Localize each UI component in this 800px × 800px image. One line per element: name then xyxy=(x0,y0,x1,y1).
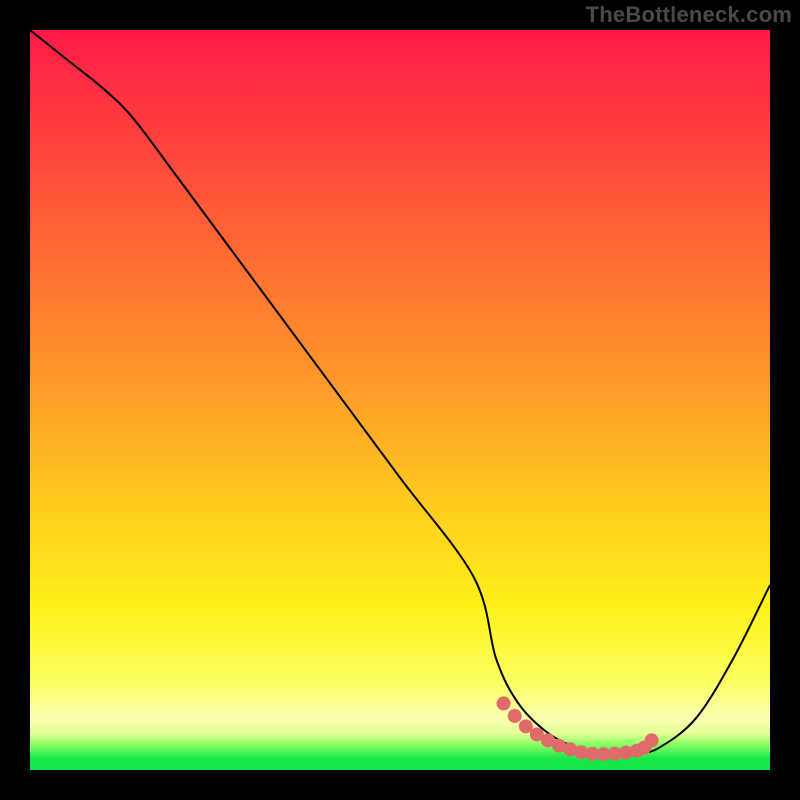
plot-area xyxy=(30,30,770,770)
marker-dot xyxy=(508,709,522,723)
gradient-background xyxy=(30,30,770,770)
watermark-label: TheBottleneck.com xyxy=(586,2,792,28)
bottleneck-chart xyxy=(30,30,770,770)
chart-frame: TheBottleneck.com xyxy=(0,0,800,800)
marker-dot xyxy=(497,696,511,710)
marker-dot xyxy=(645,733,659,747)
